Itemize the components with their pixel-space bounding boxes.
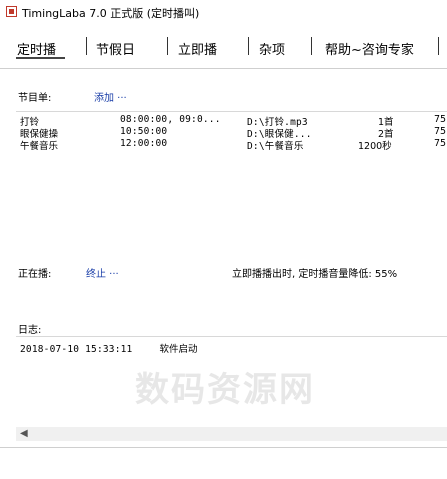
app-icon — [6, 6, 17, 17]
menu-divider — [438, 37, 439, 55]
program-volume: 75 — [434, 126, 447, 137]
log-time: 2018-07-10 15:33:11 — [20, 344, 133, 355]
stop-link[interactable]: 终止 ··· — [86, 265, 119, 280]
menu-timed-play[interactable]: 定时播 — [17, 39, 56, 58]
log-entry: 2018-07-10 15:33:11 软件启动 — [20, 341, 198, 355]
schedule-row[interactable]: 眼保健操 10:50:00 D:\眼保健... 2首 75 — [16, 126, 447, 140]
volume-status: 立即播播出时, 定时播音量降低: 55% — [232, 269, 398, 280]
schedule-list[interactable]: 打铃 08:00:00, 09:0... D:\打铃.mp3 1首 75 眼保健… — [16, 111, 447, 255]
window-title: TimingLaba 7.0 正式版 (定时播叫) — [22, 7, 200, 20]
log-visible[interactable]: 2018-07-10 15:33:11 软件启动 — [16, 336, 447, 425]
program-count: 1200秒 — [358, 141, 392, 152]
menu-divider — [167, 37, 168, 55]
menu-instant-play[interactable]: 立即播 — [178, 39, 217, 58]
now-playing-label: 正在播: — [18, 269, 52, 280]
menu-bar: 定时播 节假日 立即播 杂项 帮助~咨询专家 — [0, 33, 447, 61]
schedule-label: 节目单: — [18, 93, 52, 104]
program-time: 10:50:00 — [120, 126, 168, 137]
menu-help[interactable]: 帮助~咨询专家 — [325, 39, 414, 58]
log-message: 软件启动 — [159, 344, 198, 355]
title-bar: TimingLaba 7.0 正式版 (定时播叫) — [0, 0, 447, 26]
schedule-row[interactable]: 午餐音乐 12:00:00 D:\午餐音乐 1200秒 75 — [16, 138, 447, 152]
program-path: D:\午餐音乐 — [247, 141, 304, 152]
menu-holidays[interactable]: 节假日 — [96, 39, 135, 58]
program-time: 08:00:00, 09:0... — [120, 114, 221, 125]
active-tab-indicator — [16, 57, 65, 59]
menu-divider — [248, 37, 249, 55]
program-volume: 75 — [434, 138, 447, 149]
log-label-visible: 日志: — [18, 325, 42, 336]
scroll-left-icon[interactable]: ◀ — [20, 428, 28, 439]
menu-divider — [311, 37, 312, 55]
divider — [0, 447, 447, 448]
menu-misc[interactable]: 杂项 — [259, 39, 285, 58]
divider — [0, 68, 447, 69]
menu-divider — [86, 37, 87, 55]
program-name: 午餐音乐 — [20, 141, 59, 152]
schedule-row[interactable]: 打铃 08:00:00, 09:0... D:\打铃.mp3 1首 75 — [16, 114, 447, 128]
program-time: 12:00:00 — [120, 138, 168, 149]
program-volume: 75 — [434, 114, 447, 125]
add-program-link[interactable]: 添加 ··· — [94, 89, 127, 104]
horizontal-scrollbar[interactable]: ◀ — [16, 427, 447, 441]
